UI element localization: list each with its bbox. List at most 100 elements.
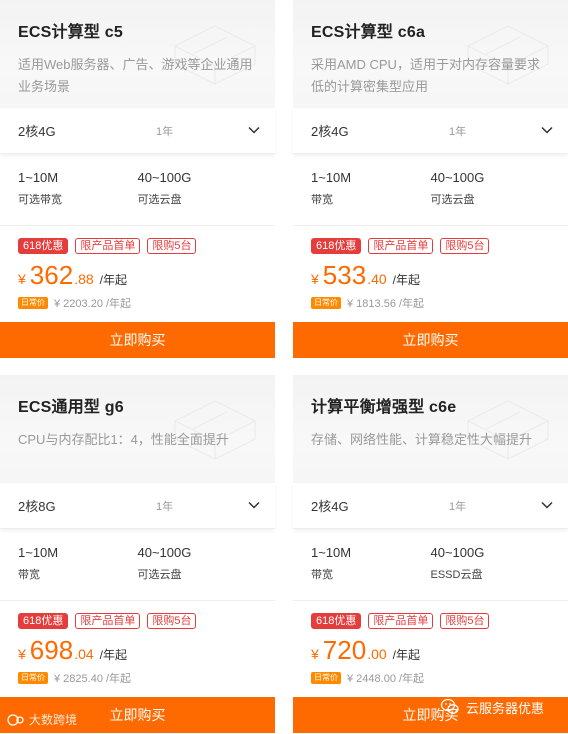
- disk-value: 40~100G: [137, 545, 192, 560]
- bandwidth-label: 可选带宽: [18, 194, 62, 206]
- disk-value: 40~100G: [430, 170, 485, 185]
- price: ¥ 362 .88 /年起: [18, 260, 257, 291]
- card-header: ECS通用型 g6 CPU与内存配比1：4，性能全面提升: [0, 375, 275, 483]
- spec-details: 1~10M 带宽 40~100G 可选云盘: [0, 529, 275, 601]
- limit-tag: 限购5台: [147, 238, 197, 254]
- price-integer: 533: [322, 260, 367, 290]
- watermark-right-text: 云服务器优惠: [466, 700, 545, 716]
- product-description: 采用AMD CPU，适用于对内存容量要求低的计算密集型应用: [311, 57, 540, 94]
- original-price-value: ¥ 1813.56 /年起: [347, 298, 425, 310]
- bandwidth-label: 带宽: [18, 569, 40, 581]
- product-title: ECS计算型 c5: [18, 24, 123, 41]
- original-price: 日常价 ¥ 2203.20 /年起: [18, 295, 257, 311]
- buy-now-button[interactable]: 立即购买: [293, 322, 568, 358]
- price-unit: /年起: [99, 273, 127, 287]
- chevron-down-icon[interactable]: [540, 498, 554, 512]
- price-box: 618优惠 限产品首单 限购5台 ¥ 362 .88 /年起 日常价 ¥ 220…: [0, 226, 275, 322]
- price: ¥ 533 .40 /年起: [311, 260, 550, 291]
- promo-tag: 618优惠: [18, 613, 69, 629]
- chevron-down-icon[interactable]: [247, 123, 261, 137]
- bandwidth-value: 1~10M: [18, 170, 59, 185]
- product-title: ECS计算型 c6a: [311, 24, 426, 41]
- disk-label: 可选云盘: [137, 569, 182, 581]
- disk-value: 40~100G: [430, 545, 485, 560]
- price-box: 618优惠 限产品首单 限购5台 ¥ 698 .04 /年起 日常价 ¥ 282…: [0, 601, 275, 697]
- price-decimal: .04: [74, 646, 94, 662]
- original-price: 日常价 ¥ 2825.40 /年起: [18, 670, 257, 686]
- currency-symbol: ¥: [18, 646, 26, 662]
- watermark-left-text: 大数跨境: [29, 713, 78, 727]
- period-value: 1年: [156, 500, 174, 513]
- price-integer: 698: [29, 635, 74, 665]
- promo-tag: 618优惠: [311, 238, 362, 254]
- bandwidth-value: 1~10M: [311, 545, 352, 560]
- limit-tag: 限购5台: [440, 238, 490, 254]
- currency-symbol: ¥: [311, 271, 319, 287]
- first-order-tag: 限产品首单: [368, 238, 434, 254]
- spec-value: 2核8G: [18, 499, 56, 514]
- disk-label: 可选云盘: [430, 194, 475, 206]
- product-card: ECS计算型 c5 适用Web服务器、广告、游戏等企业通用业务场景 2核4G 1…: [0, 0, 275, 358]
- spec-value: 2核4G: [311, 124, 349, 139]
- brand-logo-icon: [7, 713, 24, 726]
- price-integer: 720: [322, 635, 367, 665]
- disk-label: ESSD云盘: [430, 569, 483, 581]
- currency-symbol: ¥: [18, 271, 26, 287]
- product-description: 存储、网络性能、计算稳定性大幅提升: [311, 432, 533, 447]
- daily-price-badge: 日常价: [311, 297, 341, 309]
- price-unit: /年起: [99, 648, 127, 662]
- card-header: 计算平衡增强型 c6e 存储、网络性能、计算稳定性大幅提升: [293, 375, 568, 483]
- card-header: ECS计算型 c6a 采用AMD CPU，适用于对内存容量要求低的计算密集型应用: [293, 0, 568, 108]
- product-card: ECS通用型 g6 CPU与内存配比1：4，性能全面提升 2核8G 1年 1~1…: [0, 375, 275, 733]
- original-price-value: ¥ 2203.20 /年起: [54, 298, 132, 310]
- price-unit: /年起: [392, 648, 420, 662]
- wechat-icon: [440, 698, 459, 714]
- spec-selector[interactable]: 2核8G 1年: [0, 483, 275, 529]
- daily-price-badge: 日常价: [311, 672, 341, 684]
- promo-tag: 618优惠: [311, 613, 362, 629]
- disk-label: 可选云盘: [137, 194, 182, 206]
- chevron-down-icon[interactable]: [540, 123, 554, 137]
- disk-value: 40~100G: [137, 170, 192, 185]
- card-header: ECS计算型 c5 适用Web服务器、广告、游戏等企业通用业务场景: [0, 0, 275, 108]
- spec-selector[interactable]: 2核4G 1年: [293, 483, 568, 529]
- product-title: ECS通用型 g6: [18, 399, 124, 416]
- original-price-value: ¥ 2448.00 /年起: [347, 673, 425, 685]
- period-value: 1年: [449, 125, 467, 138]
- price-unit: /年起: [392, 273, 420, 287]
- price-integer: 362: [29, 260, 74, 290]
- original-price: 日常价 ¥ 1813.56 /年起: [311, 295, 550, 311]
- original-price-value: ¥ 2825.40 /年起: [54, 673, 132, 685]
- chevron-down-icon[interactable]: [247, 498, 261, 512]
- daily-price-badge: 日常价: [18, 672, 48, 684]
- product-description: CPU与内存配比1：4，性能全面提升: [18, 432, 229, 447]
- limit-tag: 限购5台: [440, 613, 490, 629]
- spec-details: 1~10M 带宽 40~100G ESSD云盘: [293, 529, 568, 601]
- spec-value: 2核4G: [18, 124, 56, 139]
- watermark-right: 云服务器优惠: [440, 697, 544, 717]
- watermark-left: 大数跨境: [6, 711, 77, 728]
- original-price: 日常价 ¥ 2448.00 /年起: [311, 670, 550, 686]
- bandwidth-value: 1~10M: [18, 545, 59, 560]
- first-order-tag: 限产品首单: [75, 613, 141, 629]
- daily-price-badge: 日常价: [18, 297, 48, 309]
- buy-now-button[interactable]: 立即购买: [0, 322, 275, 358]
- product-card: ECS计算型 c6a 采用AMD CPU，适用于对内存容量要求低的计算密集型应用…: [293, 0, 568, 358]
- price-box: 618优惠 限产品首单 限购5台 ¥ 533 .40 /年起 日常价 ¥ 181…: [293, 226, 568, 322]
- limit-tag: 限购5台: [147, 613, 197, 629]
- period-value: 1年: [156, 125, 174, 138]
- spec-selector[interactable]: 2核4G 1年: [293, 108, 568, 154]
- spec-value: 2核4G: [311, 499, 349, 514]
- price: ¥ 720 .00 /年起: [311, 635, 550, 666]
- product-description: 适用Web服务器、广告、游戏等企业通用业务场景: [18, 57, 253, 94]
- product-card: 计算平衡增强型 c6e 存储、网络性能、计算稳定性大幅提升 2核4G 1年 1~…: [293, 375, 568, 733]
- price: ¥ 698 .04 /年起: [18, 635, 257, 666]
- price-box: 618优惠 限产品首单 限购5台 ¥ 720 .00 /年起 日常价 ¥ 244…: [293, 601, 568, 697]
- price-decimal: .00: [367, 646, 387, 662]
- first-order-tag: 限产品首单: [75, 238, 141, 254]
- spec-details: 1~10M 可选带宽 40~100G 可选云盘: [0, 154, 275, 226]
- spec-selector[interactable]: 2核4G 1年: [0, 108, 275, 154]
- promo-tag: 618优惠: [18, 238, 69, 254]
- period-value: 1年: [449, 500, 467, 513]
- price-decimal: .40: [367, 271, 387, 287]
